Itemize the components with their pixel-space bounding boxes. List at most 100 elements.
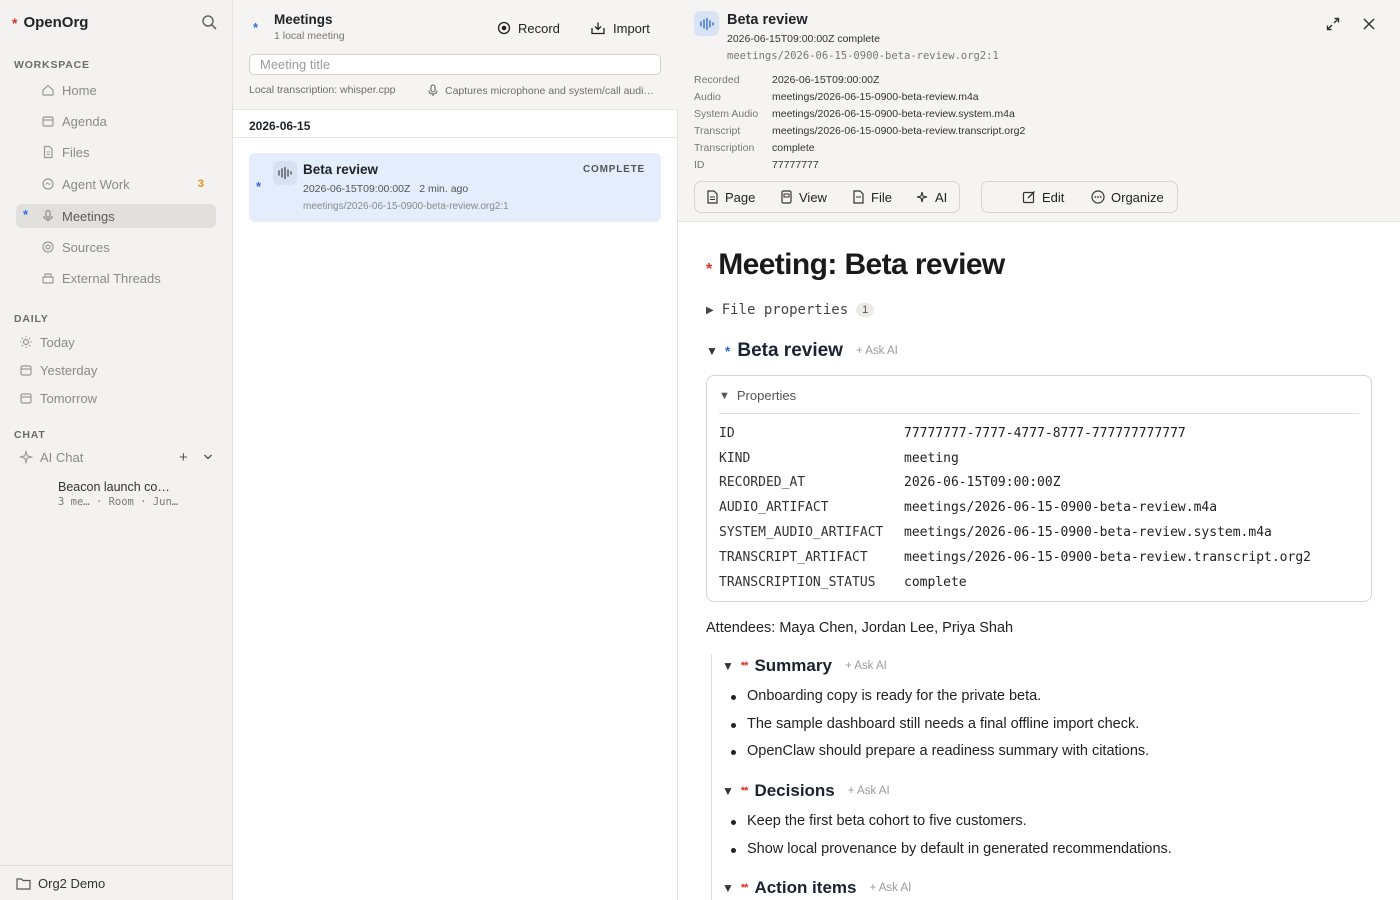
property-key: TRANSCRIPT_ARTIFACT <box>719 550 868 565</box>
organize-label: Organize <box>1111 189 1164 205</box>
doc-toolbar-left: Page View File AI <box>694 181 960 213</box>
section-heading-beta-review[interactable]: ▼ * Beta review + Ask AI <box>706 340 898 362</box>
folder-icon <box>16 877 31 890</box>
ask-ai-button[interactable]: + Ask AI <box>856 345 898 357</box>
heading-star-icon: * <box>724 343 731 359</box>
record-button[interactable]: Record <box>497 17 560 39</box>
ask-ai-button[interactable]: + Ask AI <box>845 660 887 672</box>
sidebar-item-external-threads[interactable]: External Threads <box>16 266 216 290</box>
meeting-list-item[interactable]: * Beta review COMPLETE 2026-06-15T09:00:… <box>249 153 661 222</box>
sidebar-item-agenda[interactable]: Agenda <box>16 109 216 133</box>
calendar-icon <box>19 363 33 377</box>
close-icon[interactable] <box>1362 17 1376 31</box>
import-button[interactable]: Import <box>590 17 650 39</box>
inbox-icon <box>41 271 55 285</box>
caret-down-icon: ▼ <box>719 389 730 402</box>
meetings-title: Meetings <box>274 12 333 27</box>
view-label: View <box>799 189 827 205</box>
ask-ai-button[interactable]: + Ask AI <box>869 882 911 894</box>
section-heading-action-items[interactable]: ▼ ** Action items + Ask AI <box>722 878 911 898</box>
sidebar-item-agent-work[interactable]: Agent Work 3 <box>16 172 216 196</box>
section-heading-decisions[interactable]: ▼ ** Decisions + Ask AI <box>722 781 890 801</box>
page-icon <box>707 190 718 204</box>
edit-button[interactable]: Edit <box>1022 182 1064 212</box>
prop-value: meetings/2026-06-15-0900-beta-review.sys… <box>772 107 1015 120</box>
sidebar-item-label: Home <box>62 82 97 98</box>
sidebar-item-home[interactable]: Home <box>16 78 216 102</box>
prop-row: Transcription complete <box>694 139 1025 156</box>
file-properties-toggle[interactable]: ▶ File properties 1 <box>706 302 875 318</box>
caret-down-icon: ▼ <box>722 784 734 798</box>
sidebar-item-sources[interactable]: Sources <box>16 235 216 259</box>
list-item: Show local provenance by default in gene… <box>731 841 1172 869</box>
workspace-switcher[interactable]: Org2 Demo <box>0 865 233 900</box>
sources-icon <box>41 240 55 254</box>
ai-button[interactable]: AI <box>916 182 947 212</box>
sidebar-item-label: Files <box>62 144 90 160</box>
sidebar-item-today[interactable]: Today <box>16 330 216 354</box>
properties-toggle[interactable]: ▼ Properties <box>719 388 796 403</box>
property-key: TRANSCRIPTION_STATUS <box>719 575 876 590</box>
ask-ai-button[interactable]: + Ask AI <box>848 785 890 797</box>
sidebar-item-files[interactable]: Files <box>16 140 216 164</box>
sidebar-item-label: Yesterday <box>40 362 98 378</box>
sidebar-item-tomorrow[interactable]: Tomorrow <box>16 386 216 410</box>
file-button[interactable]: File <box>852 182 892 212</box>
property-value: 2026-06-15T09:00:00Z <box>904 475 1061 490</box>
new-chat-button[interactable]: + <box>179 449 188 466</box>
ai-label: AI <box>935 189 948 205</box>
prop-key: Transcript <box>694 124 741 137</box>
section-heading-summary[interactable]: ▼ ** Summary + Ask AI <box>722 656 887 676</box>
prop-key: ID <box>694 158 705 171</box>
section-workspace: WORKSPACE <box>14 59 90 71</box>
sidebar: * OpenOrg WORKSPACE Home Agenda Files Ag… <box>0 0 233 900</box>
detail-header: Beta review 2026-06-15T09:00:00Z complet… <box>678 0 1400 222</box>
chat-list-item[interactable]: Beacon launch co… 3 me… · Room · Jun… <box>58 480 178 508</box>
capture-info-text: Captures microphone and system/call audi… <box>445 84 654 97</box>
import-icon <box>591 22 605 35</box>
detail-properties: Recorded 2026-06-15T09:00:00Z Audio meetin… <box>694 71 1025 173</box>
expand-icon[interactable] <box>1326 17 1340 31</box>
property-row: KIND meeting <box>719 451 959 466</box>
heading-star-icon: ** <box>740 660 749 672</box>
file-icon <box>41 145 55 159</box>
file-label: File <box>871 189 892 205</box>
sidebar-item-ai-chat[interactable]: AI Chat <box>16 445 166 469</box>
chevron-down-icon[interactable] <box>203 452 213 462</box>
property-key: KIND <box>719 451 751 466</box>
heading-text: Decisions <box>754 781 835 800</box>
prop-value: meetings/2026-06-15-0900-beta-review.tra… <box>772 124 1026 137</box>
caret-right-icon: ▶ <box>706 304 714 316</box>
active-marker: * <box>23 207 29 222</box>
prop-value: meetings/2026-06-15-0900-beta-review.m4a <box>772 90 979 103</box>
sidebar-item-label: Meetings <box>62 208 115 224</box>
brand[interactable]: * OpenOrg <box>12 14 88 31</box>
search-icon[interactable] <box>201 14 217 30</box>
property-value: meetings/2026-06-15-0900-beta-review.tra… <box>904 550 1311 565</box>
property-value: meeting <box>904 451 959 466</box>
chat-entry-meta: 3 me… · Room · Jun… <box>58 496 179 508</box>
page-button[interactable]: Page <box>706 182 755 212</box>
sidebar-item-label: AI Chat <box>40 449 84 465</box>
organize-button[interactable]: Organize <box>1091 182 1164 212</box>
chat-entry-title: Beacon launch co… <box>58 480 170 494</box>
waveform-icon <box>694 11 719 36</box>
status-badge: COMPLETE <box>583 164 645 175</box>
sidebar-item-label: Tomorrow <box>40 390 98 406</box>
property-row: TRANSCRIPTION_STATUS complete <box>719 575 967 590</box>
caret-down-icon: ▼ <box>722 881 734 895</box>
heading-star-icon: ** <box>740 882 749 894</box>
list-item: OpenClaw should prepare a readiness summ… <box>730 743 1149 771</box>
heading-text: Action items <box>754 878 857 897</box>
sidebar-item-yesterday[interactable]: Yesterday <box>16 358 216 382</box>
prop-row: System Audio meetings/2026-06-15-0900-bet… <box>694 105 1025 122</box>
meeting-title-input[interactable] <box>249 54 661 75</box>
file-icon <box>853 190 864 204</box>
property-row: RECORDED_AT 2026-06-15T09:00:00Z <box>719 475 1061 490</box>
record-label: Record <box>518 20 560 36</box>
sidebar-item-meetings[interactable]: * Meetings <box>16 204 216 228</box>
view-button[interactable]: View <box>780 182 827 212</box>
indent-guide <box>711 654 712 900</box>
sidebar-item-label: Agent Work <box>62 176 130 192</box>
property-row: TRANSCRIPT_ARTIFACT meetings/2026-06-15-0… <box>719 550 1311 565</box>
